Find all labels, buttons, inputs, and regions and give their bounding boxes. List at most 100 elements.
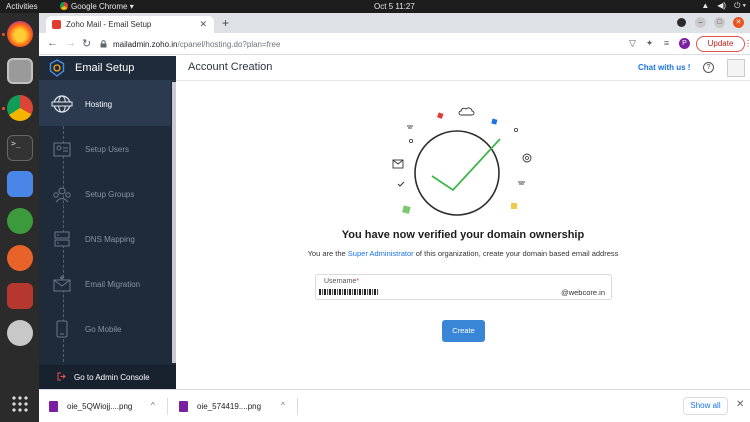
download-item[interactable]: oie_5QWiojj....png ^ [39,390,164,422]
firefox-icon[interactable] [7,21,33,47]
close-window-icon[interactable]: ✕ [733,17,744,28]
gear-icon [522,153,532,163]
close-downloads-icon[interactable]: ✕ [736,399,744,410]
chevron-up-icon[interactable]: ^ [281,401,285,410]
download-filename: oie_574419....png [197,402,262,411]
sidebar-item-label: Hosting [85,100,113,109]
sidebar-item-label: Email Migration [85,280,141,289]
verification-subtext: You are the Super Administrator of this … [176,249,750,258]
system-tray[interactable]: ▲ ◀) ⏻ ▾ [701,1,746,11]
sidebar-item-dns-mapping[interactable]: DNS Mapping [39,216,171,261]
username-label: Username* [324,278,359,285]
menu-dots-icon[interactable]: ⋮ [744,37,750,51]
profile-avatar[interactable]: P [679,38,690,49]
cloud-icon [458,107,475,116]
media-icon[interactable]: ≡ [661,38,672,49]
zoho-favicon [52,20,61,29]
subtext-prefix: You are the [307,249,346,258]
clock[interactable]: Oct 5 11:27 [374,2,415,11]
tab-strip: Zoho Mail - Email Setup ✕ + – □ ✕ [39,13,750,33]
show-apps-icon[interactable] [11,395,29,413]
filter-icon[interactable]: ▽ [627,38,638,49]
reload-icon[interactable]: ↻ [82,37,91,50]
user-avatar[interactable] [727,59,745,77]
downloads-bar: oie_5QWiojj....png ^ oie_574419....png ^… [39,389,750,422]
username-label-text: Username [324,278,357,285]
verified-check-illustration [392,107,532,216]
chrome-icon [60,2,68,10]
minimize-icon[interactable]: – [695,17,706,28]
new-tab-button[interactable]: + [222,16,229,30]
email-setup-logo-icon [49,59,65,77]
url-host: mailadmin.zoho.in [113,40,178,49]
chrome-dock-icon[interactable] [7,95,33,121]
mobile-phone-icon [56,320,68,338]
username-value-redacted[interactable] [319,289,379,295]
user-card-icon [53,142,71,157]
required-marker: * [356,278,360,285]
admin-console-label: Go to Admin Console [74,373,150,382]
verification-headline: You have now verified your domain owners… [341,229,585,241]
network-icon: ▲ [701,1,710,10]
sidebar-item-hosting[interactable]: Hosting [39,81,171,126]
maximize-icon[interactable]: □ [714,17,725,28]
back-icon[interactable]: ← [47,37,58,49]
system-top-bar: Activities Google Chrome ▾ Oct 5 11:27 ▲… [0,0,750,13]
sidebar-item-setup-groups[interactable]: Setup Groups [39,171,171,216]
tab-title: Zoho Mail - Email Setup [66,20,152,29]
sidebar-header: Email Setup [39,56,176,81]
sidebar-item-label: Setup Groups [85,190,135,199]
mongodb-icon[interactable] [7,208,33,234]
extensions-icon[interactable]: ✦ [644,38,655,49]
forward-icon[interactable]: → [65,37,76,49]
globe-server-icon [51,95,73,113]
download-item[interactable]: oie_574419....png ^ [169,390,294,422]
yellow-confetti [511,203,517,209]
close-tab-icon[interactable]: ✕ [199,19,207,30]
running-indicator [2,107,5,110]
tab-search-icon[interactable] [677,18,686,27]
divider [297,398,298,415]
red-confetti [437,112,444,119]
activities-button[interactable]: Activities [6,2,38,11]
dot-decoration [514,127,519,132]
terminal-icon[interactable]: >_ [7,135,33,161]
power-icon: ⏻ ▾ [734,1,746,10]
folder-icon[interactable] [7,283,33,309]
admin-console-link[interactable]: Go to Admin Console [39,365,176,389]
username-field[interactable]: Username* @webcore.in [315,274,612,300]
update-button[interactable]: Update ⋮ [696,36,750,52]
divider [167,398,168,415]
sidebar-item-email-migration[interactable]: Email Migration [39,261,171,306]
browser-tab[interactable]: Zoho Mail - Email Setup ✕ [46,16,214,33]
check-circle [414,130,500,216]
running-indicator [2,33,5,36]
volume-icon: ◀) [717,1,727,10]
url-path: /cpanel/hosting.do?plan=free [177,40,281,49]
sidebar-item-setup-users[interactable]: Setup Users [39,126,171,171]
address-bar[interactable]: mailadmin.zoho.in/cpanel/hosting.do?plan… [97,36,597,52]
image-viewer-icon[interactable] [7,320,33,346]
chat-link[interactable]: Chat with us ! [638,63,690,72]
sidebar-item-label: DNS Mapping [85,235,135,244]
dns-server-icon [54,231,70,247]
sidebar-scrollbar[interactable] [172,82,176,363]
postman-icon[interactable] [7,245,33,271]
mail-migration-icon [53,275,71,292]
chevron-up-icon[interactable]: ^ [151,401,155,410]
download-filename: oie_5QWiojj....png [67,402,133,411]
show-all-button[interactable]: Show all [683,397,728,415]
sidebar-item-go-mobile[interactable]: Go Mobile [39,306,171,351]
group-icon [53,187,71,203]
help-icon[interactable]: ? [703,62,714,73]
sidebar: Email Setup Hosting Setup Users Setup Gr… [39,56,176,389]
create-button[interactable]: Create [442,320,485,342]
app-menu[interactable]: Google Chrome ▾ [60,2,134,11]
dot-decoration [408,139,413,144]
main-header: Account Creation Chat with us ! ? [176,56,750,81]
page-title: Account Creation [188,61,273,73]
text-editor-icon[interactable] [7,171,33,197]
files-icon[interactable] [7,58,33,84]
small-check-icon [397,181,405,187]
exit-icon [57,372,66,381]
